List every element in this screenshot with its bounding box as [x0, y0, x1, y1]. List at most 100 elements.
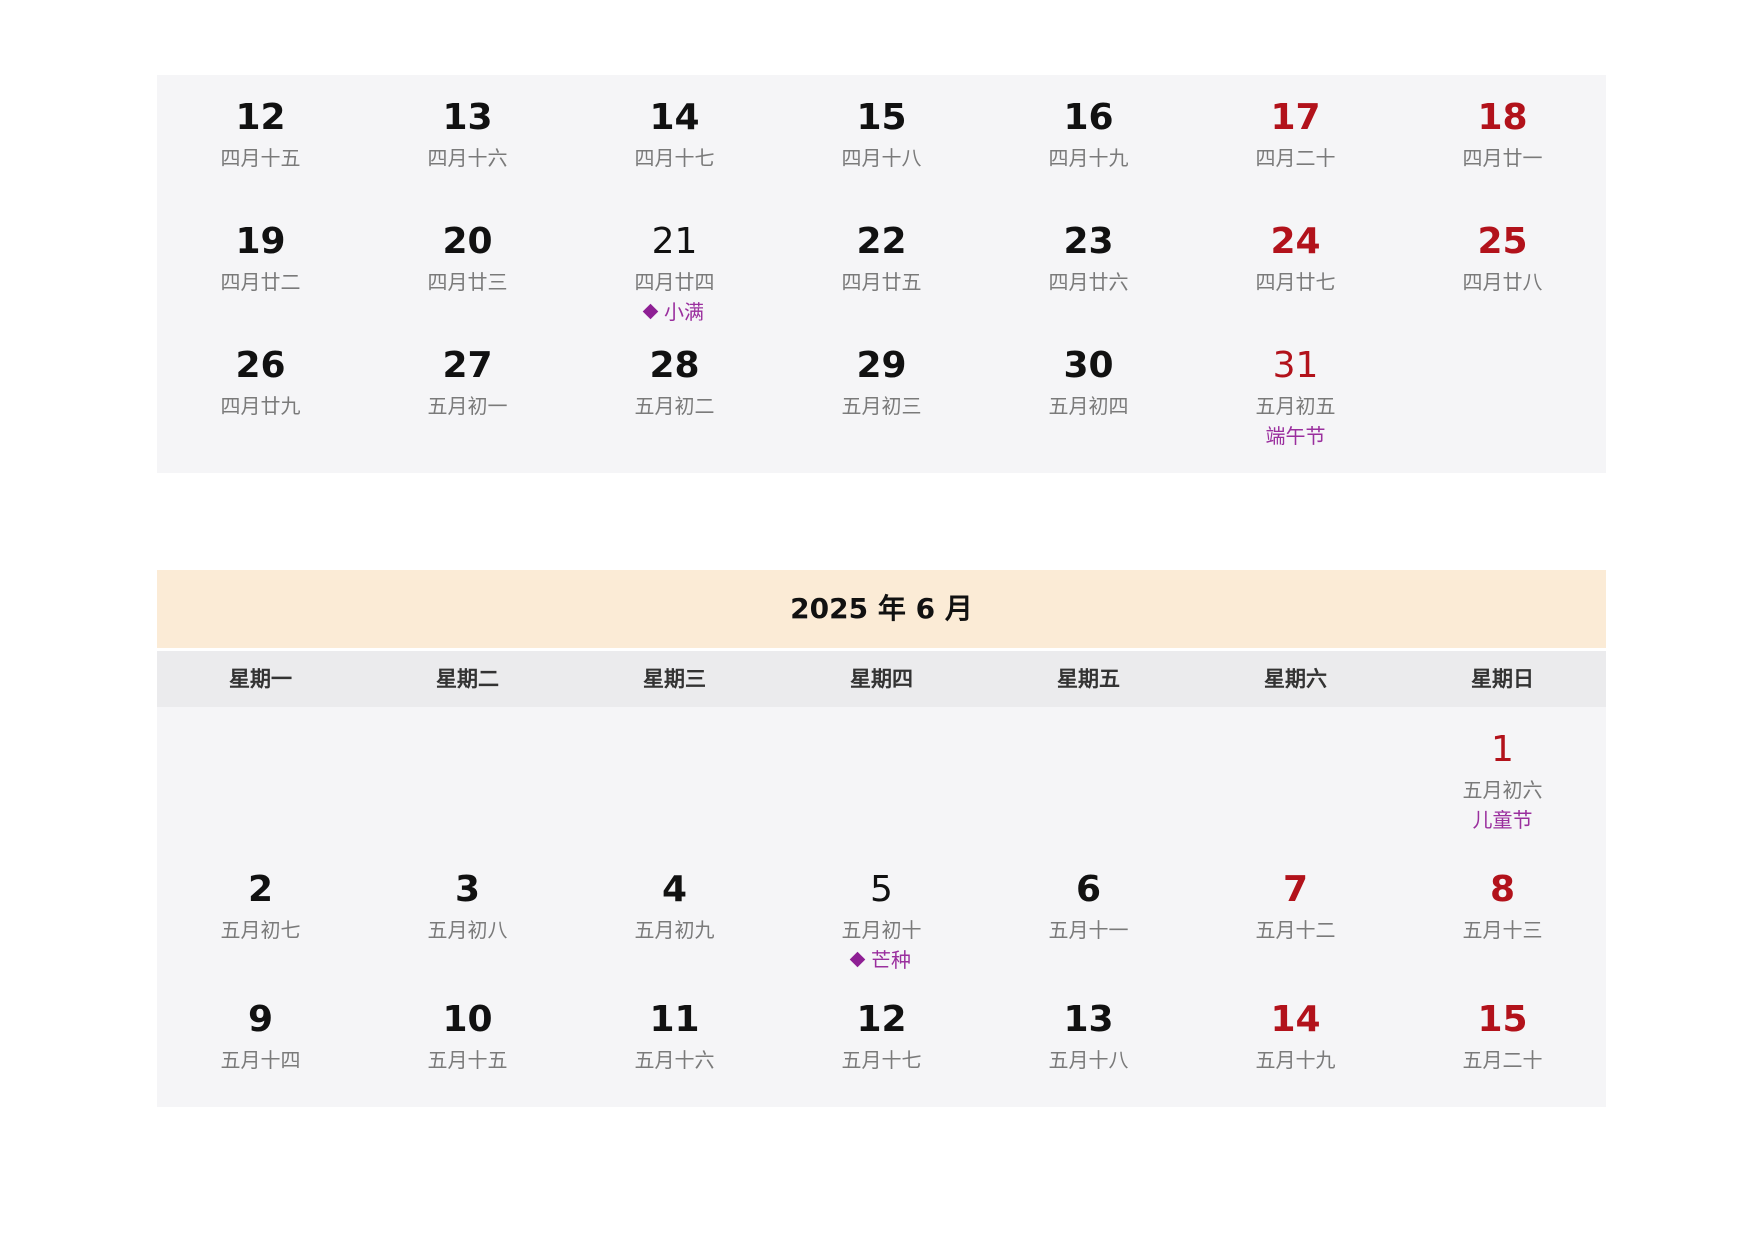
day-cell: 23 四月廿六 — [985, 205, 1192, 329]
empty-day-cell — [1399, 329, 1606, 473]
lunar-date: 四月廿八 — [1462, 270, 1543, 294]
day-number: 6 — [1075, 869, 1102, 910]
day-number: 21 — [651, 221, 698, 262]
day-number: 25 — [1477, 221, 1528, 262]
festival-label: 儿童节 — [1472, 808, 1533, 832]
lunar-date: 四月十五 — [220, 146, 301, 170]
week-row: 9 五月十四 10 五月十五 11 五月十六 12 五月十七 13 五月十八 14 五月十九 15 五月二… — [157, 983, 1606, 1107]
lunar-date: 五月十六 — [634, 1048, 715, 1072]
day-cell: 18 四月廿一 — [1399, 81, 1606, 205]
lunar-date: 四月十九 — [1048, 146, 1129, 170]
day-number: 13 — [1063, 999, 1114, 1040]
june-calendar-block: 2025 年 6 月 星期一 星期二 星期三 星期四 星期五 星期六 星期日 1… — [157, 570, 1606, 1107]
lunar-date: 五月初二 — [634, 394, 715, 418]
week-row: 1 五月初六 儿童节 — [157, 713, 1606, 853]
day-cell: 9 五月十四 — [157, 983, 364, 1107]
day-cell: 30 五月初四 — [985, 329, 1192, 473]
day-number: 10 — [442, 999, 493, 1040]
day-number: 22 — [856, 221, 907, 262]
day-cell: 3 五月初八 — [364, 853, 571, 983]
empty-day-cell — [985, 713, 1192, 853]
day-number: 9 — [247, 999, 274, 1040]
day-cell: 12 五月十七 — [778, 983, 985, 1107]
lunar-date: 五月十五 — [427, 1048, 508, 1072]
day-number: 15 — [856, 97, 907, 138]
day-number: 11 — [649, 999, 700, 1040]
day-cell: 7 五月十二 — [1192, 853, 1399, 983]
empty-day-cell — [364, 713, 571, 853]
day-number: 30 — [1063, 345, 1114, 386]
day-number: 29 — [856, 345, 907, 386]
day-cell: 26 四月廿九 — [157, 329, 364, 473]
lunar-date: 五月初六 — [1462, 778, 1543, 802]
day-cell: 29 五月初三 — [778, 329, 985, 473]
diamond-icon — [849, 951, 866, 968]
day-number: 24 — [1270, 221, 1321, 262]
day-number: 27 — [442, 345, 493, 386]
weekday-label: 星期五 — [1057, 667, 1120, 691]
day-number: 19 — [235, 221, 286, 262]
day-cell: 31 五月初五 端午节 — [1192, 329, 1399, 473]
day-number: 5 — [870, 869, 893, 910]
day-cell: 20 四月廿三 — [364, 205, 571, 329]
lunar-date: 五月初九 — [634, 918, 715, 942]
day-cell: 13 四月十六 — [364, 81, 571, 205]
empty-day-cell — [157, 713, 364, 853]
lunar-date: 四月廿四 — [634, 270, 715, 294]
lunar-date: 四月廿一 — [1462, 146, 1543, 170]
lunar-date: 五月十七 — [841, 1048, 922, 1072]
day-cell: 15 四月十八 — [778, 81, 985, 205]
empty-day-cell — [571, 713, 778, 853]
diamond-icon — [642, 303, 659, 320]
lunar-date: 五月初三 — [841, 394, 922, 418]
day-cell: 24 四月廿七 — [1192, 205, 1399, 329]
lunar-date: 四月廿五 — [841, 270, 922, 294]
day-number: 14 — [1270, 999, 1321, 1040]
weekday-header-row: 星期一 星期二 星期三 星期四 星期五 星期六 星期日 — [157, 651, 1606, 707]
lunar-date: 五月初十 — [841, 918, 922, 942]
lunar-date: 五月初七 — [220, 918, 301, 942]
may-day-grid: 12 四月十五 13 四月十六 14 四月十七 15 四月十八 16 四月十九 17 四月二十 18 四月… — [157, 75, 1606, 473]
festival-label: 端午节 — [1265, 424, 1326, 448]
month-title: 2025 年 6 月 — [157, 570, 1606, 651]
june-day-grid: 1 五月初六 儿童节 2 五月初七 3 五月初八 4 五月初九 5 五月初十 芒种 6 五月十一 7 五月十二… — [157, 707, 1606, 1107]
weekday-label: 星期二 — [436, 667, 499, 691]
day-number: 7 — [1282, 869, 1309, 910]
day-cell: 6 五月十一 — [985, 853, 1192, 983]
week-row: 2 五月初七 3 五月初八 4 五月初九 5 五月初十 芒种 6 五月十一 7 五月十二 8 五月十三 — [157, 853, 1606, 983]
lunar-date: 五月初八 — [427, 918, 508, 942]
solar-term: 小满 — [571, 297, 778, 327]
lunar-date: 四月十六 — [427, 146, 508, 170]
lunar-date: 五月初五 — [1255, 394, 1336, 418]
day-cell: 11 五月十六 — [571, 983, 778, 1107]
lunar-date: 四月廿九 — [220, 394, 301, 418]
day-cell: 12 四月十五 — [157, 81, 364, 205]
day-number: 2 — [247, 869, 274, 910]
day-cell: 14 五月十九 — [1192, 983, 1399, 1107]
lunar-date: 五月十四 — [220, 1048, 301, 1072]
day-cell: 17 四月二十 — [1192, 81, 1399, 205]
weekday-label: 星期三 — [643, 667, 706, 691]
lunar-date: 五月十二 — [1255, 918, 1336, 942]
day-cell: 22 四月廿五 — [778, 205, 985, 329]
day-cell: 25 四月廿八 — [1399, 205, 1606, 329]
day-number: 4 — [661, 869, 688, 910]
day-cell: 10 五月十五 — [364, 983, 571, 1107]
lunar-date: 四月二十 — [1255, 146, 1336, 170]
lunar-date: 五月初四 — [1048, 394, 1129, 418]
day-cell: 13 五月十八 — [985, 983, 1192, 1107]
lunar-date: 四月十七 — [634, 146, 715, 170]
may-calendar-block: 12 四月十五 13 四月十六 14 四月十七 15 四月十八 16 四月十九 17 四月二十 18 四月… — [157, 75, 1606, 473]
weekday-label: 星期六 — [1264, 667, 1327, 691]
lunar-date: 四月廿六 — [1048, 270, 1129, 294]
weekday-label: 星期日 — [1471, 667, 1534, 691]
day-number: 14 — [649, 97, 700, 138]
lunar-date: 五月十八 — [1048, 1048, 1129, 1072]
day-cell: 1 五月初六 儿童节 — [1399, 713, 1606, 853]
lunar-date: 五月十三 — [1462, 918, 1543, 942]
lunar-date: 四月廿七 — [1255, 270, 1336, 294]
day-cell: 28 五月初二 — [571, 329, 778, 473]
day-number: 23 — [1063, 221, 1114, 262]
weekday-label: 星期一 — [229, 667, 292, 691]
solar-term: 芒种 — [778, 945, 985, 975]
